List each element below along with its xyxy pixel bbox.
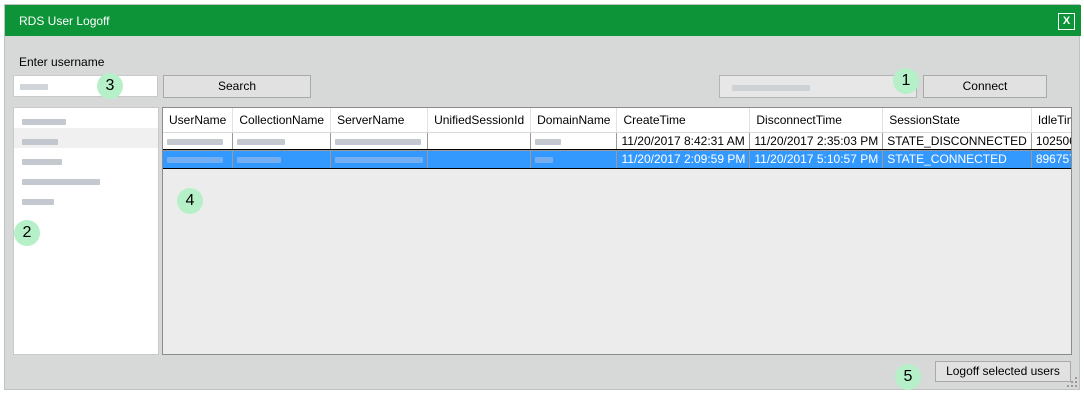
cell-servername <box>330 132 429 151</box>
column-header-collectionname[interactable]: CollectionName <box>232 108 332 133</box>
logoff-selected-users-button[interactable]: Logoff selected users <box>935 361 1071 382</box>
search-button[interactable]: Search <box>163 75 311 98</box>
annotation-badge-4: 4 <box>177 188 203 214</box>
cell-unifiedsessionid <box>427 150 532 169</box>
annotation-badge-1: 1 <box>893 68 919 94</box>
redacted-server-name <box>732 84 810 91</box>
annotation-badge-2: 2 <box>14 220 40 246</box>
rds-user-logoff-window: RDS User Logoff X Enter username Search … <box>4 4 1081 390</box>
cell-collectionname <box>232 132 332 151</box>
resize-grip-icon[interactable] <box>1067 377 1077 387</box>
column-header-servername[interactable]: ServerName <box>330 108 429 133</box>
column-header-domainname[interactable]: DomainName <box>530 108 618 133</box>
table-row[interactable]: 11/20/2017 8:42:31 AM 11/20/2017 2:35:03… <box>163 132 1071 151</box>
cell-sessionstate: STATE_CONNECTED <box>882 150 1032 169</box>
cell-disconnecttime: 11/20/2017 2:35:03 PM <box>749 132 884 151</box>
cell-domainname <box>530 150 618 169</box>
grid-header-row: UserName CollectionName ServerName Unifi… <box>163 108 1071 133</box>
list-item[interactable] <box>14 128 158 148</box>
sessions-grid[interactable]: UserName CollectionName ServerName Unifi… <box>162 107 1072 355</box>
close-button[interactable]: X <box>1058 13 1075 30</box>
cell-username <box>163 132 234 151</box>
cell-domainname <box>530 132 618 151</box>
cell-sessionstate: STATE_DISCONNECTED <box>882 132 1032 151</box>
list-item[interactable] <box>14 108 158 128</box>
column-header-sessionstate[interactable]: SessionState <box>882 108 1032 133</box>
cell-unifiedsessionid <box>427 132 532 151</box>
redacted-username <box>20 83 48 90</box>
column-header-unifiedsessionid[interactable]: UnifiedSessionId <box>427 108 532 133</box>
server-select[interactable] <box>719 75 917 98</box>
enter-username-label: Enter username <box>19 55 105 69</box>
connect-button[interactable]: Connect <box>923 75 1047 98</box>
cell-servername <box>330 150 429 169</box>
cell-idletime: 896757 <box>1031 150 1071 169</box>
table-row-selected[interactable]: 11/20/2017 2:09:59 PM 11/20/2017 5:10:57… <box>163 149 1071 169</box>
cell-username <box>163 150 234 169</box>
cell-disconnecttime: 11/20/2017 5:10:57 PM <box>749 150 884 169</box>
column-header-username[interactable]: UserName <box>163 108 234 133</box>
annotation-badge-5: 5 <box>895 364 921 390</box>
username-input[interactable] <box>13 75 158 97</box>
column-header-disconnecttime[interactable]: DisconnectTime <box>749 108 884 133</box>
cell-createtime: 11/20/2017 8:42:31 AM <box>616 132 751 151</box>
list-item[interactable] <box>14 148 158 168</box>
column-header-idletime[interactable]: IdleTime <box>1031 108 1071 133</box>
annotation-badge-3: 3 <box>97 73 123 99</box>
window-title: RDS User Logoff <box>19 14 110 28</box>
cell-createtime: 11/20/2017 2:09:59 PM <box>616 150 751 169</box>
cell-idletime: 10250611 <box>1031 132 1071 151</box>
list-item[interactable] <box>14 188 158 208</box>
column-header-createtime[interactable]: CreateTime <box>616 108 751 133</box>
cell-collectionname <box>232 150 332 169</box>
title-bar: RDS User Logoff X <box>5 5 1081 36</box>
list-item[interactable] <box>14 168 158 188</box>
